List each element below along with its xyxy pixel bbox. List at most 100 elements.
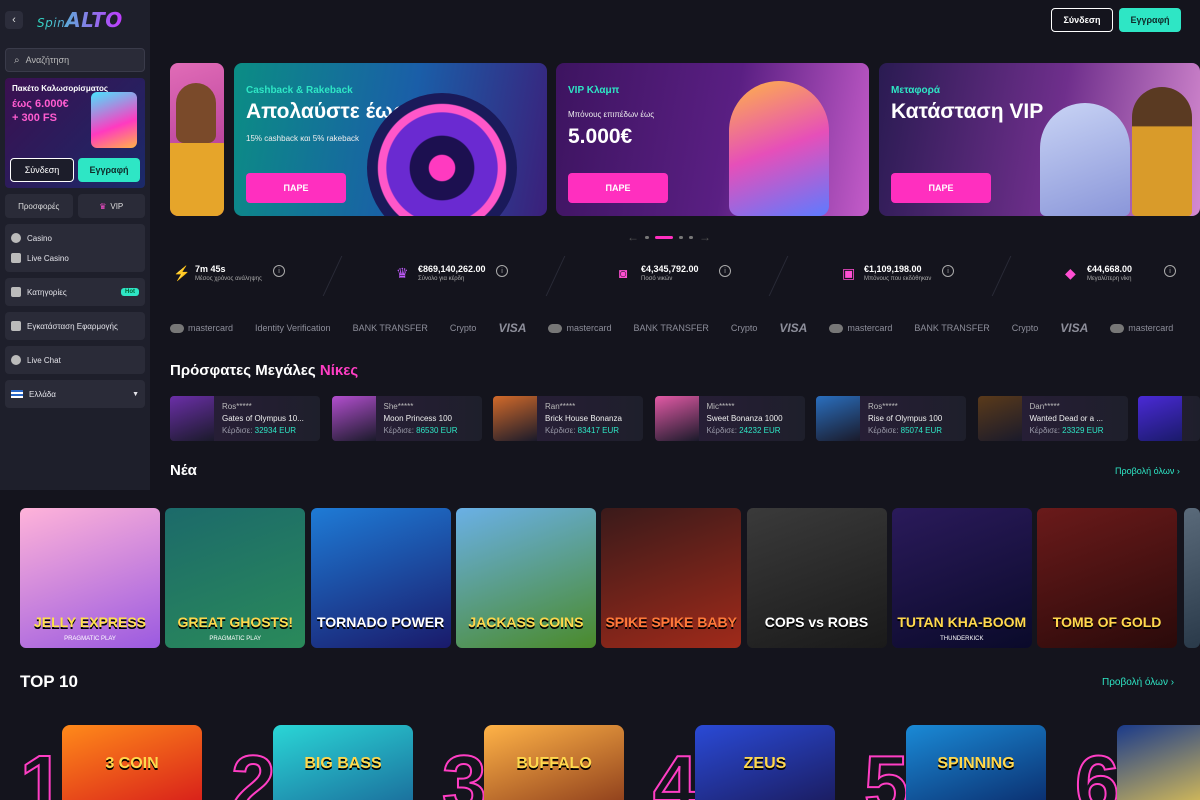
sidebar-item-label: Κατηγορίες <box>27 287 67 297</box>
recent-win-card-peek[interactable] <box>1138 396 1200 441</box>
banner-peek[interactable] <box>170 63 224 216</box>
promo-art <box>91 92 137 148</box>
sidebar-item-casino[interactable]: Casino <box>11 228 139 248</box>
payment-label: Crypto <box>730 323 758 333</box>
info-icon[interactable]: i <box>273 265 285 277</box>
game-provider: PRAGMATIC PLAY <box>209 636 262 642</box>
sidebar-item-label: Live Chat <box>27 355 61 365</box>
mastercard-icon <box>829 323 844 333</box>
vip-button[interactable]: ♛ VIP <box>77 194 145 218</box>
banner-vip-club[interactable]: VIP Κλαμπ Μπόνους επιπέδων έως 5.000€ ΠΑ… <box>556 63 869 216</box>
win-amount-value: 32934 EUR <box>254 425 297 435</box>
top10-game-card[interactable]: BUFFALO <box>484 725 624 800</box>
welcome-promo-card[interactable]: Πακέτο Καλωσορίσματος έως 6.000€ + 300 F… <box>5 78 145 188</box>
game-card[interactable]: SPIKE SPIKE BABY <box>601 508 742 648</box>
win-amount-value: 24232 EUR <box>739 425 781 435</box>
new-games-view-all-link[interactable]: Προβολή όλων › <box>1115 466 1180 476</box>
crown-icon: ♛ <box>396 265 409 281</box>
info-icon[interactable]: i <box>942 265 954 277</box>
game-card[interactable]: JACKASS COINS <box>455 508 596 648</box>
sidebar-item-label: Live Casino <box>27 253 69 263</box>
payment-label: BANK TRANSFER <box>352 323 428 333</box>
gift-icon: ▣ <box>842 265 856 281</box>
crown-icon: ♛ <box>99 201 107 211</box>
top10-game-card[interactable] <box>1117 725 1200 800</box>
stat-wins-amount: ◙ €4,345,792.00 Ποσό νικών <box>619 264 699 282</box>
sidebar-item-install-app[interactable]: Εγκατάσταση Εφαρμογής <box>11 316 139 336</box>
banner-cta-button[interactable]: ΠΑΡΕ <box>891 173 991 203</box>
offers-button[interactable]: Προσφορές <box>5 194 73 218</box>
sidebar-item-live-chat[interactable]: Live Chat <box>11 350 139 370</box>
game-title <box>1117 725 1200 755</box>
game-card[interactable]: JELLY EXPRESS PRAGMATIC PLAY <box>20 508 160 648</box>
game-card-peek[interactable] <box>1184 508 1200 648</box>
game-card[interactable]: TUTAN KHA-BOOM THUNDERKICK <box>891 508 1032 648</box>
sidebar-register-button[interactable]: Εγγραφή <box>78 158 140 182</box>
sidebar-item-categories[interactable]: Κατηγορίες Hot <box>11 282 139 302</box>
game-card[interactable]: GREAT GHOSTS! PRAGMATIC PLAY <box>165 508 306 648</box>
recent-win-card[interactable]: She***** Moon Princess 100 Κέρδισε: 86530 … <box>331 396 482 441</box>
win-amount: Κέρδισε: 83417 EUR <box>545 425 622 437</box>
top10-view-all-link[interactable]: Προβολή όλων › <box>1102 677 1174 688</box>
game-title: BIG BASS <box>304 755 382 772</box>
top10-game-card[interactable]: ZEUS <box>695 725 835 800</box>
recent-win-card[interactable]: Mic***** Sweet Bonanza 1000 Κέρδισε: 24232… <box>654 396 805 441</box>
collapse-sidebar-button[interactable]: ‹ <box>5 11 23 29</box>
carousel-dot[interactable] <box>689 235 693 239</box>
recent-win-card[interactable]: Ran***** Brick House Bonanza Κέρδισε: 8341… <box>493 396 643 441</box>
sidebar-group-install: Εγκατάσταση Εφαρμογής <box>5 312 145 340</box>
sidebar-item-label: Casino <box>27 233 52 243</box>
win-amount: Κέρδισε: 86530 EUR <box>384 425 458 437</box>
hot-badge: Hot <box>121 288 139 296</box>
win-amount-value: 85074 EUR <box>900 425 943 435</box>
banner-cta-button[interactable]: ΠΑΡΕ <box>246 173 346 203</box>
arrow-right-icon[interactable]: → <box>699 230 711 244</box>
header-register-button[interactable]: Εγγραφή <box>1119 8 1181 32</box>
rank-number: 3 <box>441 739 487 800</box>
section-title-highlight: Νίκες <box>319 362 359 379</box>
payment-label: Crypto <box>1011 323 1039 333</box>
crypto-logo: Crypto <box>1012 323 1039 333</box>
top10-game-card[interactable]: BIG BASS <box>273 725 413 800</box>
language-select[interactable]: Ελλάδα ▼ <box>11 384 139 404</box>
statue-art <box>729 81 829 216</box>
recent-win-card[interactable]: Ros***** Gates of Olympus 10... Κέρδισε: 3… <box>170 396 320 441</box>
recent-win-card[interactable]: Dan***** Wanted Dead or a ... Κέρδισε: 233… <box>977 396 1128 441</box>
game-thumbnail <box>1138 396 1182 441</box>
carousel-dot[interactable] <box>645 235 649 239</box>
man-art <box>1132 87 1192 216</box>
info-icon[interactable]: i <box>719 265 731 277</box>
win-game: Wanted Dead or a ... <box>1029 413 1104 423</box>
carousel-pagination: ← → <box>627 230 711 244</box>
sidebar-login-button[interactable]: Σύνδεση <box>10 158 74 182</box>
info-icon[interactable]: i <box>496 265 508 277</box>
visa-logo: VISA <box>779 321 808 335</box>
puzzle-icon <box>11 287 21 297</box>
carousel-dot-active[interactable] <box>655 235 673 239</box>
carousel-dot[interactable] <box>679 235 683 239</box>
arrow-left-icon[interactable]: ← <box>627 230 639 244</box>
payment-label: BANK TRANSFER <box>633 323 709 333</box>
won-label: Κέρδισε: <box>545 425 576 435</box>
game-thumbnail <box>816 396 860 441</box>
win-amount: Κέρδισε: 85074 EUR <box>868 425 942 437</box>
game-title: JELLY EXPRESS <box>33 614 147 630</box>
header-login-button[interactable]: Σύνδεση <box>1051 8 1113 32</box>
sidebar-item-live-casino[interactable]: Live Casino <box>11 248 139 268</box>
sidebar-group-chat: Live Chat <box>5 346 145 374</box>
info-icon[interactable]: i <box>1164 265 1176 277</box>
banner-cta-button[interactable]: ΠΑΡΕ <box>568 173 668 203</box>
top10-game-card[interactable]: SPINNING <box>906 725 1046 800</box>
banner-vip-transfer[interactable]: Μεταφορά Κατάσταση VIP ΠΑΡΕ <box>879 63 1200 216</box>
banner-cashback[interactable]: Cashback & Rakeback Απολαύστε έως 15% ca… <box>234 63 547 216</box>
win-user: Ros***** <box>222 401 252 411</box>
search-input[interactable]: ⌕ Αναζήτηση <box>5 48 145 72</box>
logo[interactable]: SpinALTO <box>37 8 123 32</box>
stat-label: Σύνολο για κέρδη <box>418 276 465 282</box>
top10-game-card[interactable]: 3 COIN <box>62 725 202 800</box>
game-card[interactable]: TORNADO POWER <box>310 508 451 648</box>
win-info: She***** Moon Princess 100 Κέρδισε: 86530 … <box>384 401 458 437</box>
game-card[interactable]: TOMB OF GOLD <box>1037 508 1178 648</box>
game-card[interactable]: COPS vs ROBS <box>746 508 887 648</box>
recent-win-card[interactable]: Ros***** Rise of Olympus 100 Κέρδισε: 8507… <box>816 396 966 441</box>
